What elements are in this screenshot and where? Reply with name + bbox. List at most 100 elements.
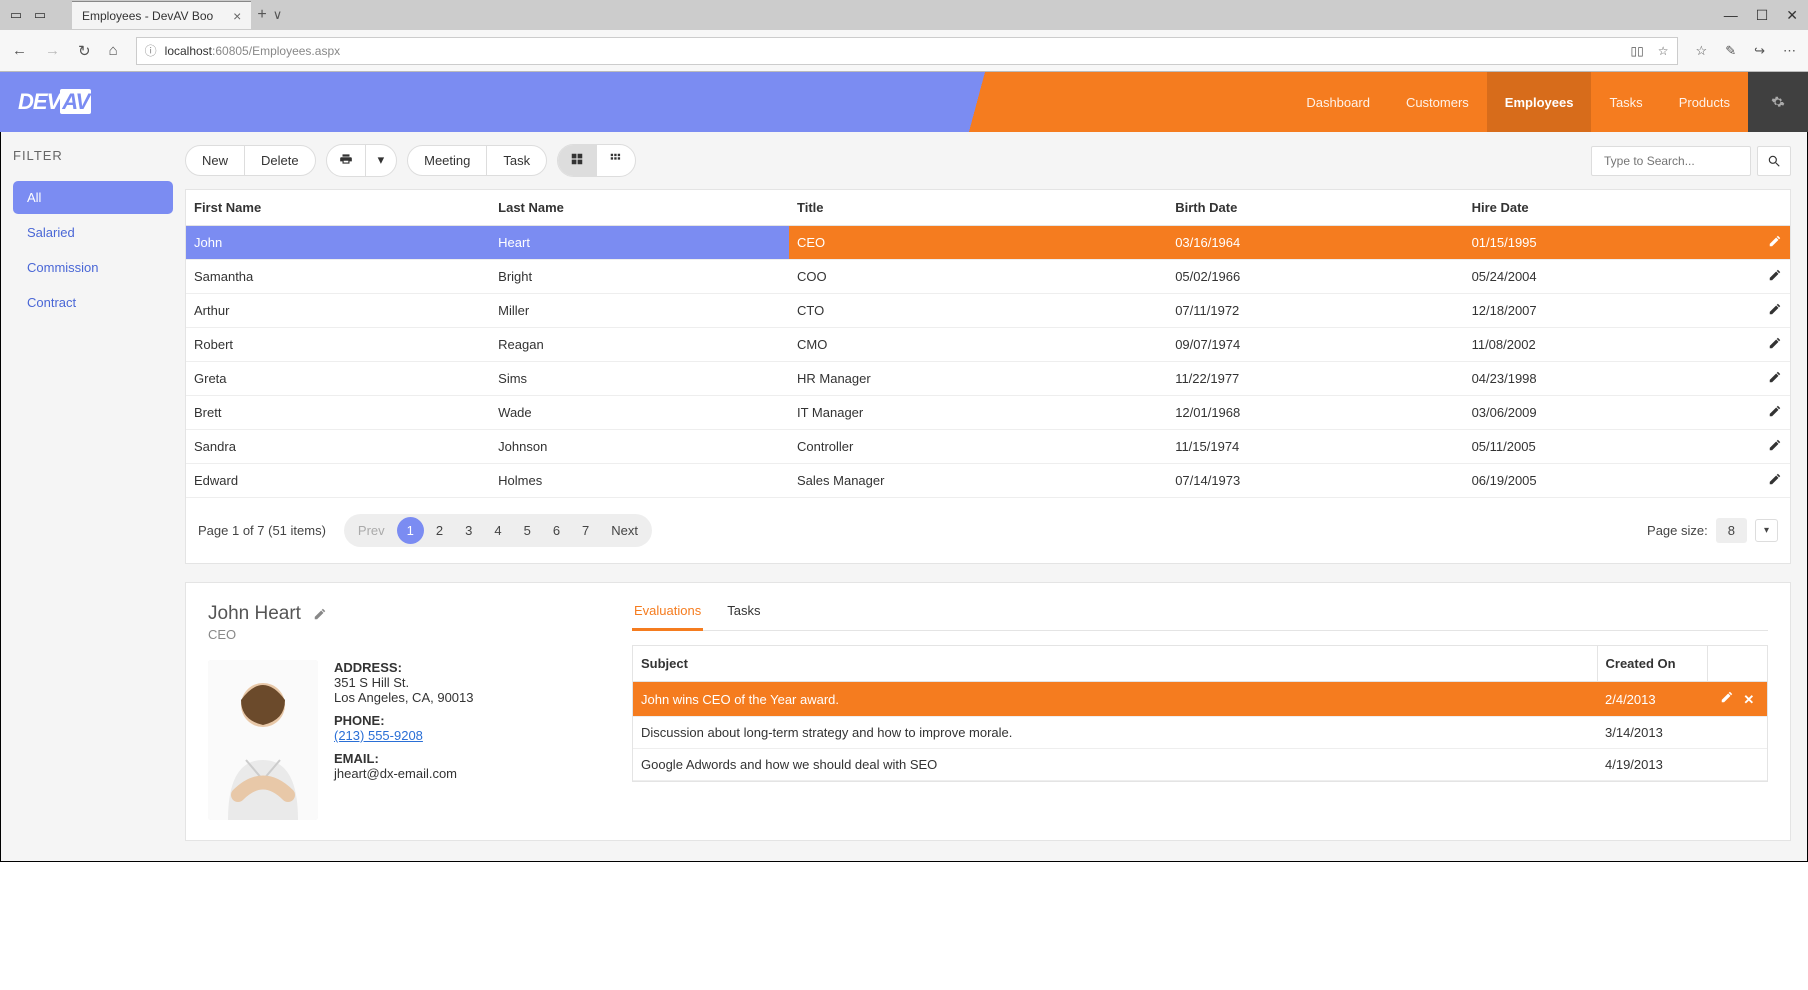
tab-chevron-icon[interactable]: ∨	[273, 7, 283, 23]
tab-tasks[interactable]: Tasks	[725, 603, 762, 630]
search-input[interactable]	[1591, 146, 1751, 176]
nav-employees[interactable]: Employees	[1487, 72, 1592, 132]
meeting-button[interactable]: Meeting	[408, 146, 487, 175]
url-bar[interactable]: ⓘ localhost:60805/Employees.aspx ▯▯ ☆	[136, 37, 1678, 65]
main-nav: DashboardCustomersEmployeesTasksProducts	[1288, 72, 1748, 132]
detail-name: John Heart	[208, 603, 608, 625]
row-edit-button[interactable]	[1760, 396, 1790, 430]
settings-button[interactable]	[1748, 72, 1808, 132]
print-dropdown-button[interactable]: ▾	[366, 145, 397, 176]
pager-page-3[interactable]: 3	[455, 517, 482, 544]
table-row[interactable]: John wins CEO of the Year award.2/4/2013…	[633, 682, 1767, 717]
phone-link[interactable]: (213) 555-9208	[334, 728, 423, 743]
browser-titlebar: ▭ ▭ Employees - DevAV Boo × + ∨ — ☐ ✕	[0, 0, 1808, 30]
column-header[interactable]: Hire Date	[1464, 190, 1760, 226]
print-button[interactable]	[327, 145, 366, 176]
pager-page-1[interactable]: 1	[397, 517, 424, 544]
row-edit-button[interactable]	[1760, 464, 1790, 498]
nav-dashboard[interactable]: Dashboard	[1288, 72, 1388, 132]
table-row[interactable]: JohnHeartCEO03/16/196401/15/1995	[186, 226, 1790, 260]
new-tab-button[interactable]: +	[257, 6, 266, 24]
tiles-icon	[609, 152, 623, 166]
nav-tasks[interactable]: Tasks	[1591, 72, 1660, 132]
tab-close-icon[interactable]: ×	[233, 8, 241, 24]
address-label: ADDRESS:	[334, 660, 474, 675]
pager-next[interactable]: Next	[601, 517, 648, 544]
tab-evaluations[interactable]: Evaluations	[632, 603, 703, 631]
table-row[interactable]: ArthurMillerCTO07/11/197212/18/2007	[186, 294, 1790, 328]
row-edit-button[interactable]	[1720, 692, 1734, 707]
page-size-value[interactable]: 8	[1716, 518, 1747, 543]
table-row[interactable]: EdwardHolmesSales Manager07/14/197306/19…	[186, 464, 1790, 498]
filter-contract[interactable]: Contract	[13, 286, 173, 319]
phone-label: PHONE:	[334, 713, 474, 728]
pager-nav: Prev1234567Next	[344, 514, 652, 547]
nav-customers[interactable]: Customers	[1388, 72, 1487, 132]
row-edit-button[interactable]	[1760, 328, 1790, 362]
browser-tab[interactable]: Employees - DevAV Boo ×	[72, 1, 251, 29]
row-edit-button[interactable]	[1760, 430, 1790, 464]
pager-page-5[interactable]: 5	[514, 517, 541, 544]
avatar-placeholder-icon	[208, 660, 318, 820]
view-tiles-button[interactable]	[597, 145, 635, 176]
back-button[interactable]: ←	[12, 42, 27, 59]
edit-icon[interactable]	[313, 607, 327, 621]
pen-icon[interactable]: ✎	[1725, 43, 1736, 59]
delete-button[interactable]: Delete	[245, 146, 315, 175]
filter-salaried[interactable]: Salaried	[13, 216, 173, 249]
table-row[interactable]: SamanthaBrightCOO05/02/196605/24/2004	[186, 260, 1790, 294]
share-icon[interactable]: ↪	[1754, 43, 1765, 59]
pager-page-7[interactable]: 7	[572, 517, 599, 544]
main-content: New Delete ▾ Meeting Task Fir	[185, 132, 1807, 861]
detail-panel: John Heart CEO	[185, 582, 1791, 841]
forward-button[interactable]: →	[45, 42, 60, 59]
favorites-icon[interactable]: ☆	[1696, 43, 1708, 59]
reading-mode-icon[interactable]: ▯▯	[1631, 44, 1644, 58]
row-edit-button[interactable]	[1760, 260, 1790, 294]
email-label: EMAIL:	[334, 751, 474, 766]
task-button[interactable]: Task	[487, 146, 546, 175]
gear-icon	[1771, 95, 1785, 109]
table-row[interactable]: BrettWadeIT Manager12/01/196803/06/2009	[186, 396, 1790, 430]
filter-title: FILTER	[13, 148, 173, 163]
close-window-button[interactable]: ✕	[1786, 7, 1798, 24]
address-line1: 351 S Hill St.	[334, 675, 474, 690]
pager-page-2[interactable]: 2	[426, 517, 453, 544]
column-header[interactable]: Last Name	[490, 190, 789, 226]
row-edit-button[interactable]	[1760, 362, 1790, 396]
page-size-dropdown[interactable]: ▾	[1755, 519, 1778, 542]
refresh-button[interactable]: ↻	[78, 42, 91, 60]
nav-products[interactable]: Products	[1661, 72, 1748, 132]
btn-group-print: ▾	[326, 144, 398, 177]
table-row[interactable]: Google Adwords and how we should deal wi…	[633, 749, 1767, 781]
search-button[interactable]	[1757, 146, 1791, 176]
filter-all[interactable]: All	[13, 181, 173, 214]
column-header[interactable]: Subject	[633, 646, 1597, 682]
app-header: DEVAV DashboardCustomersEmployeesTasksPr…	[0, 72, 1808, 132]
column-header[interactable]: Title	[789, 190, 1167, 226]
column-header[interactable]: Birth Date	[1167, 190, 1463, 226]
pager-prev[interactable]: Prev	[348, 517, 395, 544]
column-header[interactable]: Created On	[1597, 646, 1707, 682]
table-row[interactable]: RobertReaganCMO09/07/197411/08/2002	[186, 328, 1790, 362]
table-row[interactable]: Discussion about long-term strategy and …	[633, 717, 1767, 749]
address-line2: Los Angeles, CA, 90013	[334, 690, 474, 705]
new-button[interactable]: New	[186, 146, 245, 175]
table-row[interactable]: GretaSimsHR Manager11/22/197704/23/1998	[186, 362, 1790, 396]
view-grid-button[interactable]	[558, 145, 597, 176]
row-edit-button[interactable]	[1760, 226, 1790, 260]
column-header[interactable]: First Name	[186, 190, 490, 226]
pager-page-4[interactable]: 4	[484, 517, 511, 544]
minimize-button[interactable]: —	[1724, 7, 1738, 24]
table-row[interactable]: SandraJohnsonController11/15/197405/11/2…	[186, 430, 1790, 464]
row-edit-button[interactable]	[1760, 294, 1790, 328]
favorite-icon[interactable]: ☆	[1658, 44, 1669, 58]
row-delete-button[interactable]: ✕	[1743, 692, 1754, 707]
btn-group-actions: Meeting Task	[407, 145, 547, 176]
url-path: :60805/Employees.aspx	[212, 44, 340, 58]
filter-commission[interactable]: Commission	[13, 251, 173, 284]
maximize-button[interactable]: ☐	[1756, 7, 1769, 24]
more-icon[interactable]: ⋯	[1783, 43, 1796, 59]
home-button[interactable]: ⌂	[109, 42, 118, 59]
pager-page-6[interactable]: 6	[543, 517, 570, 544]
